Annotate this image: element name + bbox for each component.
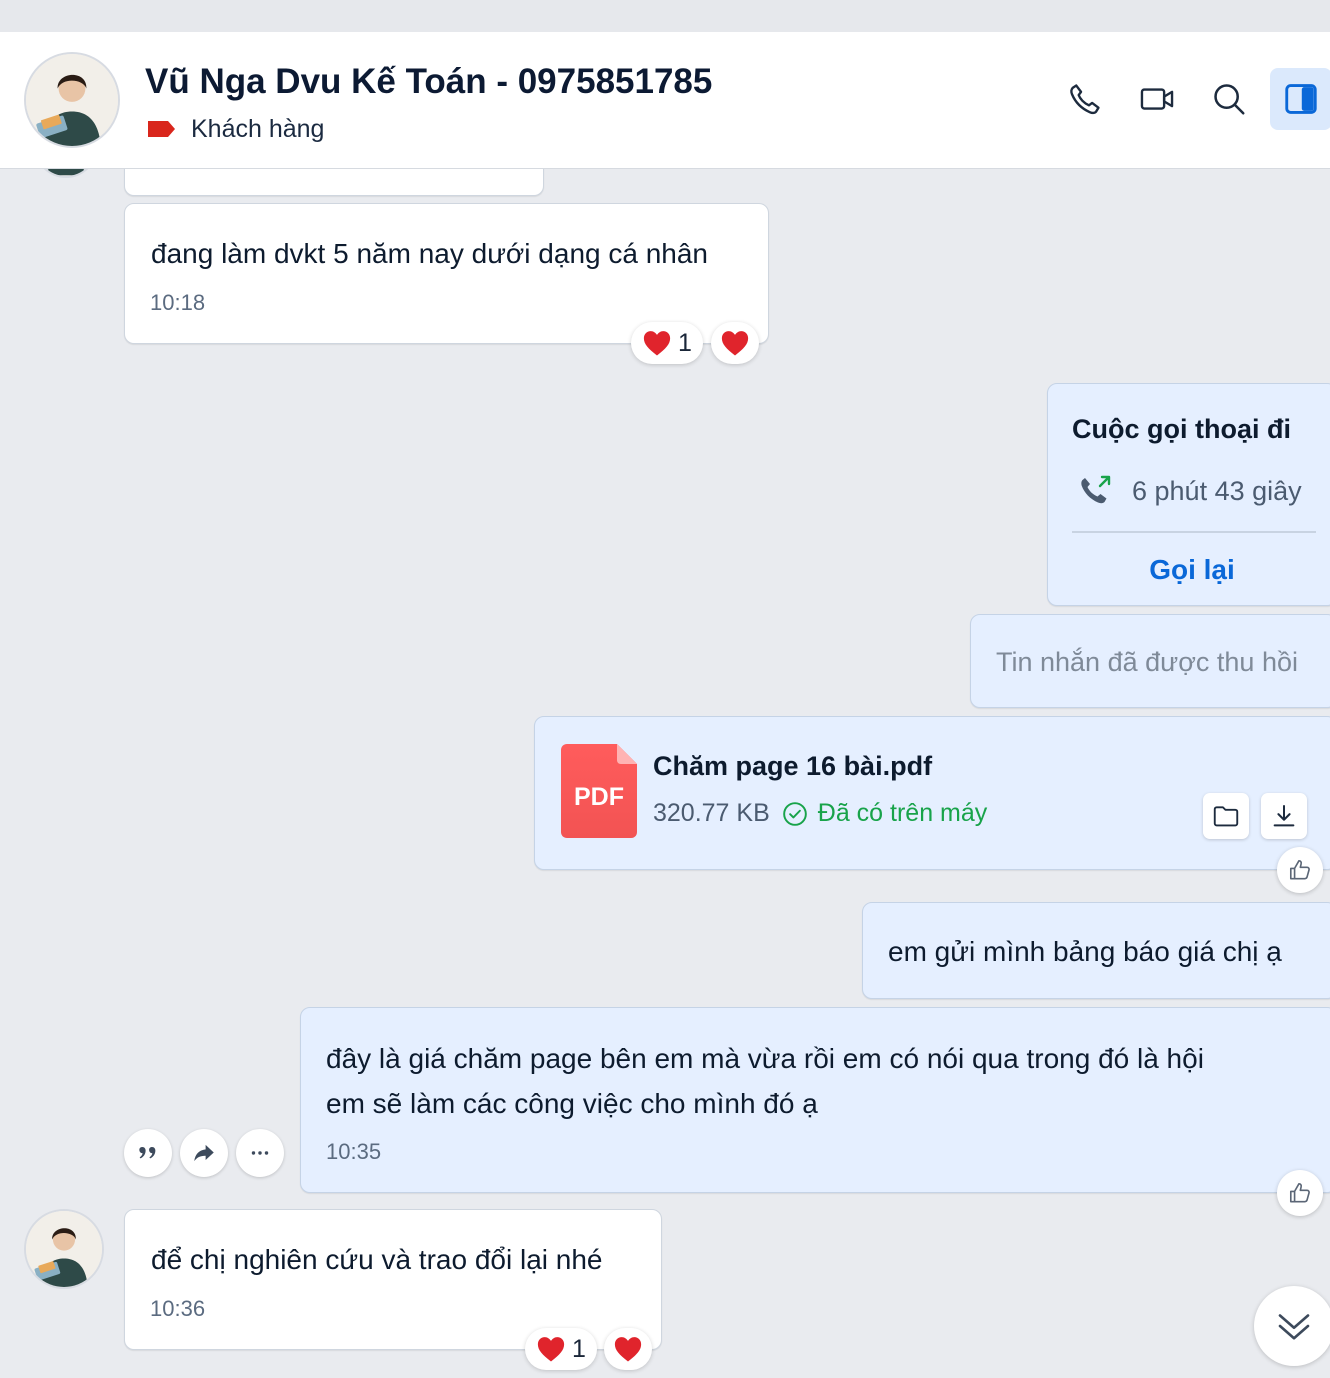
thumbs-up-icon — [1289, 1182, 1310, 1203]
scroll-to-bottom-button[interactable] — [1254, 1286, 1330, 1366]
contact-tag-label: Khách hàng — [191, 114, 325, 143]
thumbs-up-icon — [1289, 859, 1310, 880]
file-download-status: Đã có trên máy — [817, 799, 988, 827]
pdf-file-icon: PDF — [561, 744, 637, 838]
contact-avatar[interactable] — [24, 52, 120, 148]
like-button[interactable] — [1277, 1170, 1323, 1216]
message-text: để chị nghiên cứu và trao đổi lại nhé — [151, 1244, 603, 1275]
reaction-summary[interactable]: 1 — [525, 1328, 597, 1370]
search-icon — [1214, 84, 1245, 115]
more-dots-icon — [251, 1151, 269, 1155]
reaction-count: 1 — [572, 1334, 586, 1363]
reaction-summary[interactable]: 1 — [631, 322, 703, 364]
download-icon — [1273, 805, 1295, 827]
outgoing-message[interactable]: đây là giá chăm page bên em mà vừa rồi e… — [300, 1007, 1330, 1193]
check-circle-icon — [782, 801, 807, 826]
pdf-type-label: PDF — [574, 783, 624, 811]
more-options-button[interactable] — [236, 1129, 284, 1177]
phone-icon — [1070, 84, 1100, 115]
heart-icon — [614, 1337, 642, 1362]
message-text-line-2: em sẽ làm các công việc cho mình đó ạ — [326, 1088, 818, 1119]
contact-name: Vũ Nga Dvu Kế Toán - 0975851785 — [145, 62, 713, 101]
call-duration: 6 phút 43 giây — [1132, 476, 1302, 506]
window-top-strip — [0, 0, 1330, 32]
message-time: 10:35 — [326, 1139, 382, 1164]
toggle-sidebar-button[interactable] — [1270, 68, 1330, 130]
heart-icon — [721, 331, 749, 356]
sidebar-toggle-icon — [1285, 84, 1317, 114]
file-meta: 320.77 KB Đã có trên máy — [653, 799, 987, 828]
call-back-button[interactable]: Gọi lại — [1048, 554, 1330, 586]
message-time: 10:36 — [150, 1296, 206, 1321]
share-forward-icon — [194, 1144, 214, 1162]
label-tag-icon — [148, 121, 175, 137]
react-button[interactable] — [711, 322, 759, 364]
file-name: Chăm page 16 bài.pdf — [653, 751, 933, 781]
heart-icon — [537, 1337, 565, 1362]
message-text: em gửi mình bảng báo giá chị ạ — [888, 936, 1282, 967]
video-call-icon — [1140, 88, 1174, 110]
folder-icon — [1213, 806, 1239, 827]
quote-reply-button[interactable] — [124, 1129, 172, 1177]
recalled-message: Tin nhắn đã được thu hồi — [970, 614, 1330, 708]
quote-icon — [139, 1147, 156, 1159]
outgoing-call-card: Cuộc gọi thoại đi 6 phút 43 giây Gọi lại — [1047, 383, 1330, 606]
recalled-message-text: Tin nhắn đã được thu hồi — [996, 647, 1298, 677]
outgoing-call-icon — [1081, 475, 1111, 504]
contact-avatar[interactable] — [24, 1209, 104, 1289]
video-call-button[interactable] — [1126, 68, 1188, 130]
voice-call-button[interactable] — [1054, 68, 1116, 130]
double-chevron-down-icon — [1278, 1314, 1310, 1340]
message-text-line-1: đây là giá chăm page bên em mà vừa rồi e… — [326, 1043, 1204, 1074]
react-button[interactable] — [604, 1328, 652, 1370]
divider — [1072, 531, 1316, 533]
contact-tag[interactable]: Khách hàng — [146, 114, 324, 144]
reaction-count: 1 — [678, 328, 692, 357]
message-time: 10:18 — [150, 290, 206, 315]
forward-button[interactable] — [180, 1129, 228, 1177]
call-title: Cuộc gọi thoại đi — [1072, 414, 1291, 444]
file-size: 320.77 KB — [653, 799, 770, 827]
download-button[interactable] — [1261, 793, 1307, 839]
outgoing-message[interactable]: em gửi mình bảng báo giá chị ạ — [862, 902, 1330, 999]
message-text: đang làm dvkt 5 năm nay dưới dạng cá nhâ… — [151, 238, 709, 269]
chat-header: Vũ Nga Dvu Kế Toán - 0975851785 Khách hà… — [0, 32, 1330, 169]
search-button[interactable] — [1198, 68, 1260, 130]
heart-icon — [643, 331, 671, 356]
open-folder-button[interactable] — [1203, 793, 1249, 839]
file-message[interactable]: PDF Chăm page 16 bài.pdf 320.77 KB Đã có… — [534, 716, 1330, 870]
like-button[interactable] — [1277, 847, 1323, 893]
